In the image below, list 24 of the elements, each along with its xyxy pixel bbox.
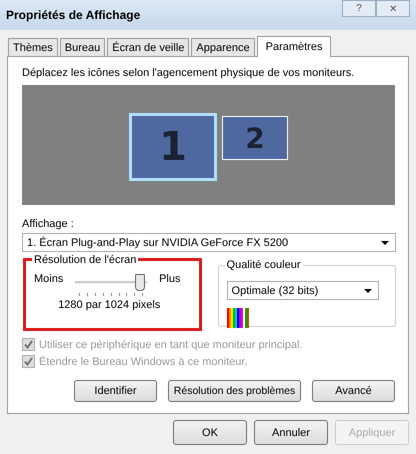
close-button[interactable]: ✕ (376, 0, 410, 17)
tab[interactable]: Paramètres (256, 36, 332, 57)
resolution-reading: 1280 par 1024 pixels (57, 299, 162, 311)
window-title: Propriétés de Affichage (6, 8, 140, 22)
dialog-button[interactable]: Annuler (254, 420, 328, 445)
instruction-text: Déplacez les icônes selon l'agencement physique de vos moniteurs. (22, 67, 356, 79)
color-spectrum-icon (226, 308, 249, 328)
display-label: Affichage : (22, 218, 75, 230)
tab[interactable]: Apparence (191, 38, 255, 56)
group-title: Résolution de l'écran (32, 254, 138, 266)
panel-button[interactable]: Résolution des problèmes (168, 380, 301, 402)
group-title: Qualité couleur (224, 259, 303, 271)
tab[interactable]: Thèmes (8, 38, 58, 56)
tab[interactable]: Bureau (60, 38, 106, 56)
tab[interactable]: Écran de veille (107, 38, 190, 56)
min-label: Moins (34, 273, 64, 285)
color-quality-dropdown[interactable]: Optimale (32 bits) (226, 281, 379, 300)
max-label: Plus (159, 273, 180, 285)
dialog-button[interactable]: OK (173, 420, 247, 445)
help-button[interactable]: ? (342, 0, 376, 17)
panel-button[interactable]: Avancé (312, 380, 395, 402)
panel-button[interactable]: Identifier (74, 380, 157, 402)
slider-thumb[interactable] (134, 274, 145, 291)
display-dropdown[interactable]: 1. Écran Plug-and-Play sur NVIDIA GeForce FX 5200 (22, 233, 396, 252)
